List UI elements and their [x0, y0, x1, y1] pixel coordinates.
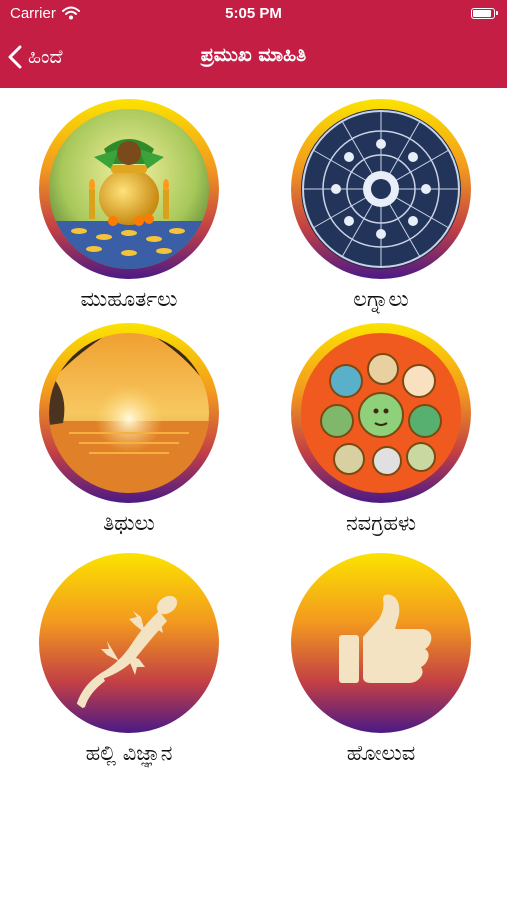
tile-label: ನವಗ್ರಹಳು	[345, 511, 417, 535]
tile-lagnalu[interactable]: ಲಗ್ನಾಲು	[271, 99, 491, 312]
zodiac-wheel-image	[301, 109, 461, 269]
tile-label: ಹಲ್ಲಿ ವಿಜ್ಞಾನ	[85, 741, 173, 765]
tile-label: ಹೋಲುವ	[346, 741, 416, 765]
lizard-icon	[49, 563, 209, 723]
status-time: 5:05 PM	[225, 5, 282, 22]
tile-ring	[39, 323, 219, 503]
page-title: ಪ್ರಮುಖ ಮಾಹಿತಿ	[200, 44, 307, 66]
tile-ring	[39, 553, 219, 733]
chevron-left-icon	[8, 45, 22, 69]
status-bar: Carrier 5:05 PM	[0, 0, 507, 28]
tile-ring	[291, 323, 471, 503]
sunset-image	[49, 333, 209, 493]
tile-label: ತಿಥುಲು	[103, 511, 155, 535]
thumbs-up-icon	[301, 563, 461, 723]
navagraha-image	[301, 333, 461, 493]
tile-label: ಲಗ್ನಾಲು	[353, 287, 409, 311]
tile-muhurtalu[interactable]: ಮುಹೂರ್ತಲು	[19, 99, 239, 312]
navigation-bar: ಹಿಂದೆ ಪ್ರಮುಖ ಮಾಹಿತಿ	[0, 28, 507, 88]
tile-halli-vijnana[interactable]: ಹಲ್ಲಿ ವಿಜ್ಞಾನ	[19, 553, 239, 766]
tile-ring	[39, 99, 219, 279]
battery-icon	[471, 8, 498, 19]
tile-label: ಮುಹೂರ್ತಲು	[80, 287, 178, 311]
tile-ring	[291, 99, 471, 279]
back-label: ಹಿಂದೆ	[28, 46, 63, 68]
kalasha-image	[49, 109, 209, 269]
tile-holuva[interactable]: ಹೋಲುವ	[271, 553, 491, 766]
tile-ring	[291, 553, 471, 733]
back-button[interactable]: ಹಿಂದೆ	[8, 40, 63, 74]
tile-tithulu[interactable]: ತಿಥುಲು	[19, 323, 239, 536]
tile-navagrahalu[interactable]: ನವಗ್ರಹಳು	[271, 323, 491, 536]
